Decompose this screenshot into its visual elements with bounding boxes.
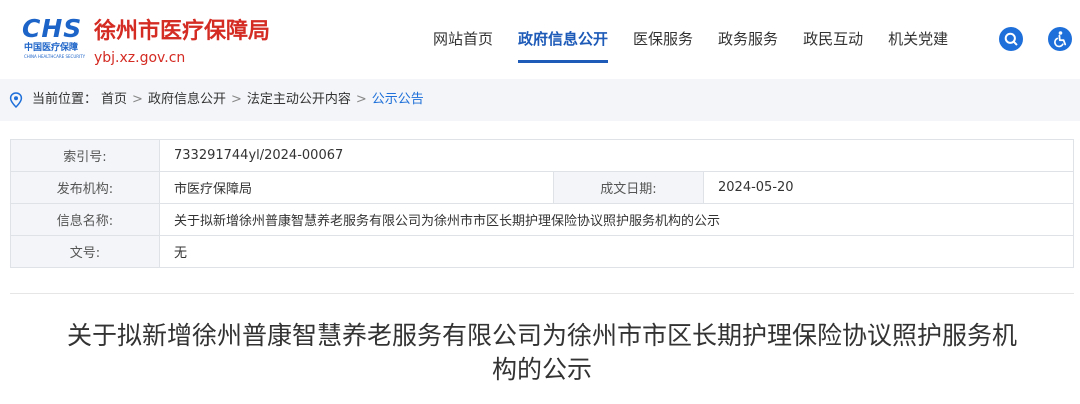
- site-name[interactable]: 徐州市医疗保障局: [94, 18, 270, 46]
- breadcrumb-separator: >: [230, 92, 242, 107]
- breadcrumb-item-statutory[interactable]: 法定主动公开内容: [247, 79, 351, 121]
- nav-item-interaction[interactable]: 政民互动: [803, 0, 863, 78]
- divider: [10, 293, 1074, 294]
- breadcrumb-item-notice[interactable]: 公示公告: [372, 79, 424, 121]
- date-value: 2024-05-20: [703, 171, 1074, 204]
- accessibility-icon: [1054, 31, 1067, 48]
- search-icon: [1004, 32, 1018, 46]
- article-title: 关于拟新增徐州普康智慧养老服务有限公司为徐州市市区长期护理保险协议照护服务机 构…: [20, 319, 1064, 387]
- publisher-value: 市医疗保障局: [159, 171, 554, 204]
- article-title-line-2: 构的公示: [491, 355, 592, 384]
- table-row: 信息名称: 关于拟新增徐州普康智慧养老服务有限公司为徐州市市区长期护理保险协议照…: [10, 203, 1074, 236]
- name-value: 关于拟新增徐州普康智慧养老服务有限公司为徐州市市区长期护理保险协议照护服务机构的…: [159, 203, 1074, 236]
- table-row: 文号: 无: [10, 235, 1074, 268]
- name-label: 信息名称:: [10, 203, 160, 236]
- main-nav: 网站首页 政府信息公开 医保服务 政务服务 政民互动 机关党建: [433, 0, 973, 78]
- breadcrumb-separator: >: [132, 92, 143, 107]
- doc-number-label: 文号:: [10, 235, 160, 268]
- doc-number-value: 无: [159, 235, 1074, 268]
- breadcrumb-item-gov-info[interactable]: 政府信息公开: [148, 79, 226, 121]
- breadcrumb-separator: >: [355, 92, 367, 107]
- index-label: 索引号:: [10, 139, 160, 172]
- article-title-line-1: 关于拟新增徐州普康智慧养老服务有限公司为徐州市市区长期护理保险协议照护服务机: [66, 321, 1017, 350]
- nav-item-insurance-service[interactable]: 医保服务: [633, 0, 693, 78]
- table-row: 发布机构: 市医疗保障局 成文日期: 2024-05-20: [10, 171, 1074, 204]
- logo-en-text: CHINA HEALTHCARE SECURITY: [24, 54, 86, 59]
- location-pin-icon: [9, 92, 23, 108]
- breadcrumb: 当前位置： 首页 > 政府信息公开 > 法定主动公开内容 > 公示公告: [32, 79, 428, 121]
- logo-mark: CHS: [22, 14, 83, 43]
- site-url: ybj.xz.gov.cn: [94, 50, 186, 66]
- logo-cn-text: 中国医疗保障: [24, 43, 79, 53]
- breadcrumb-prefix: 当前位置：: [32, 92, 98, 107]
- site-header: CHS 中国医疗保障 CHINA HEALTHCARE SECURITY 徐州市…: [0, 0, 1080, 78]
- table-row: 索引号: 733291744yl/2024-00067: [10, 139, 1074, 172]
- accessibility-button[interactable]: [1048, 27, 1072, 51]
- breadcrumb-item-home[interactable]: 首页: [101, 79, 127, 121]
- nav-item-party[interactable]: 机关党建: [888, 0, 948, 78]
- nav-item-gov-service[interactable]: 政务服务: [718, 0, 778, 78]
- search-button[interactable]: [999, 27, 1023, 51]
- chs-logo[interactable]: CHS 中国医疗保障 CHINA HEALTHCARE SECURITY: [22, 15, 90, 63]
- publisher-label: 发布机构:: [10, 171, 160, 204]
- date-label: 成文日期:: [553, 171, 704, 204]
- nav-item-home[interactable]: 网站首页: [433, 0, 493, 78]
- nav-item-gov-info[interactable]: 政府信息公开: [518, 0, 609, 78]
- breadcrumb-bar: 当前位置： 首页 > 政府信息公开 > 法定主动公开内容 > 公示公告: [0, 79, 1080, 121]
- info-table: 索引号: 733291744yl/2024-00067 发布机构: 市医疗保障局…: [10, 139, 1074, 268]
- index-value: 733291744yl/2024-00067: [159, 139, 1074, 172]
